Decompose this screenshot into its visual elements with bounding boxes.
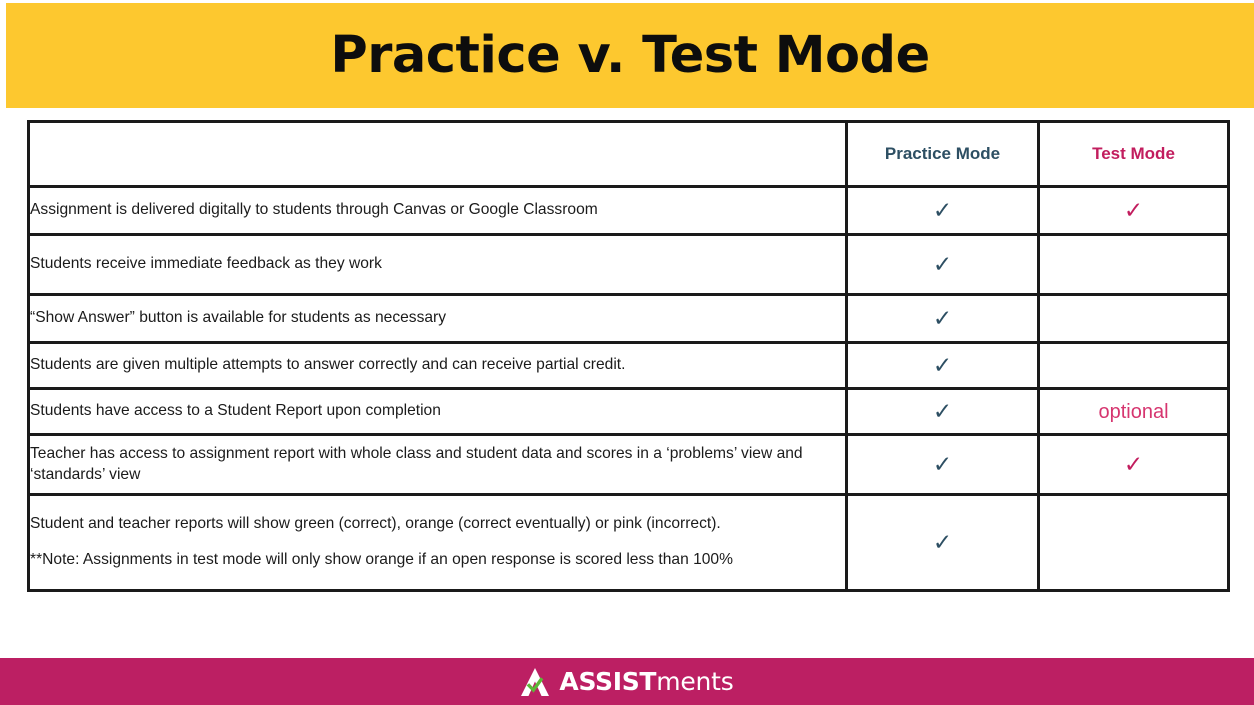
column-header-test-mode: Test Mode xyxy=(1037,120,1230,188)
feature-text: Students are given multiple attempts to … xyxy=(27,341,848,390)
feature-note: **Note: Assignments in test mode will on… xyxy=(30,551,733,568)
test-empty-cell xyxy=(1037,233,1230,296)
test-optional-label: optional xyxy=(1037,387,1230,436)
table-row: Students have access to a Student Report… xyxy=(27,387,1230,436)
assistments-logo: ASSISTments xyxy=(520,667,734,696)
practice-check-icon: ✓ xyxy=(845,387,1040,436)
practice-check-icon: ✓ xyxy=(845,493,1040,592)
practice-check-icon: ✓ xyxy=(845,185,1040,236)
feature-text: “Show Answer” button is available for st… xyxy=(27,293,848,344)
footer-bar: ASSISTments xyxy=(0,658,1254,705)
table-body: Assignment is delivered digitally to stu… xyxy=(27,185,1230,592)
test-empty-cell xyxy=(1037,493,1230,592)
table-header: Practice Mode Test Mode xyxy=(27,120,1230,188)
test-empty-cell xyxy=(1037,293,1230,344)
table-row: Students are given multiple attempts to … xyxy=(27,341,1230,390)
note-spacer xyxy=(30,535,845,550)
feature-text: Students have access to a Student Report… xyxy=(27,387,848,436)
practice-check-icon: ✓ xyxy=(845,433,1040,496)
table-row: “Show Answer” button is available for st… xyxy=(27,293,1230,344)
feature-text: Assignment is delivered digitally to stu… xyxy=(27,185,848,236)
test-check-icon: ✓ xyxy=(1037,185,1230,236)
practice-vs-test-table: Practice Mode Test Mode Assignment is de… xyxy=(27,120,1230,592)
test-check-icon: ✓ xyxy=(1037,433,1230,496)
column-header-practice-mode: Practice Mode xyxy=(845,120,1040,188)
feature-text: Student and teacher reports will show gr… xyxy=(30,515,721,533)
comparison-table-wrapper: Practice Mode Test Mode Assignment is de… xyxy=(27,120,1230,592)
practice-check-icon: ✓ xyxy=(845,341,1040,390)
title-banner: Practice v. Test Mode xyxy=(6,3,1254,108)
table-row: Students receive immediate feedback as t… xyxy=(27,233,1230,296)
practice-check-icon: ✓ xyxy=(845,233,1040,296)
test-empty-cell xyxy=(1037,341,1230,390)
table-header-row: Practice Mode Test Mode xyxy=(27,120,1230,188)
column-header-feature xyxy=(27,120,848,188)
feature-text: Teacher has access to assignment report … xyxy=(27,433,848,496)
assistments-wordmark: ASSISTments xyxy=(559,669,733,694)
logo-text-ments: ments xyxy=(656,667,734,696)
page-title: Practice v. Test Mode xyxy=(330,26,930,85)
logo-text-assist: ASSIST xyxy=(559,667,657,696)
table-row: Student and teacher reports will show gr… xyxy=(27,493,1230,592)
table-row: Assignment is delivered digitally to stu… xyxy=(27,185,1230,236)
feature-text: Students receive immediate feedback as t… xyxy=(27,233,848,296)
practice-check-icon: ✓ xyxy=(845,293,1040,344)
slide: Practice v. Test Mode Practice Mode Test… xyxy=(0,0,1254,705)
assistments-a-logo-icon xyxy=(521,667,550,696)
feature-text-with-note: Student and teacher reports will show gr… xyxy=(27,493,848,592)
table-row: Teacher has access to assignment report … xyxy=(27,433,1230,496)
